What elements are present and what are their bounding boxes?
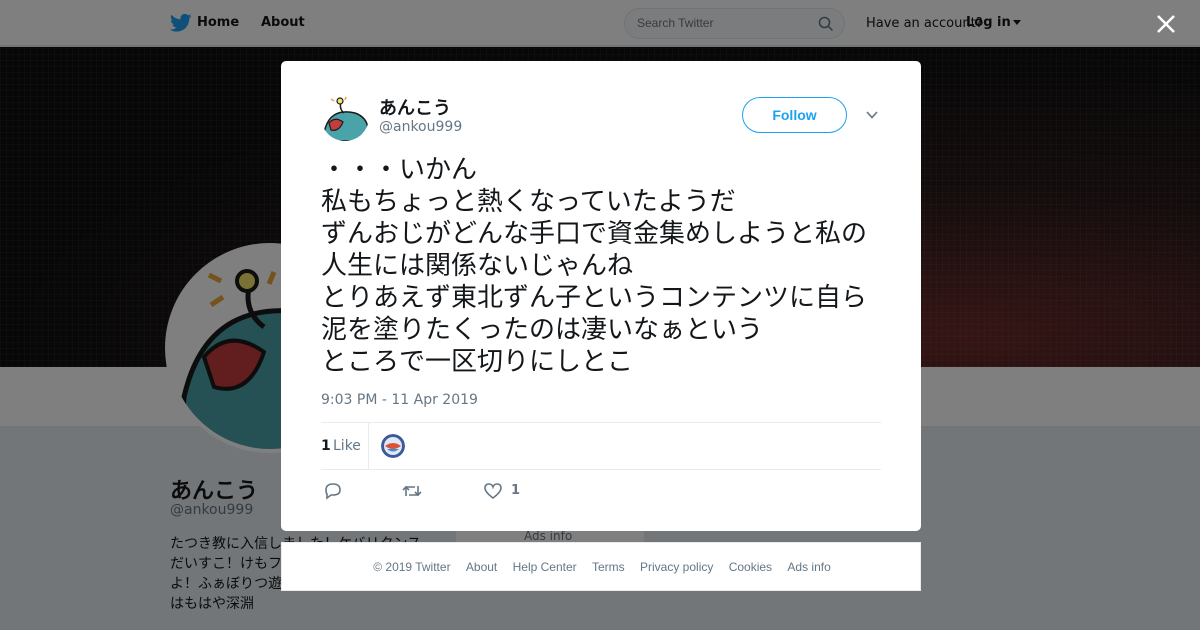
footer-link-cookies[interactable]: Cookies [729,560,772,574]
footer-copyright: © 2019 Twitter [373,560,451,574]
footer-link-ads-info[interactable]: Ads info [787,560,830,574]
stats-divider [368,423,369,470]
modal-footer: © 2019 Twitter About Help Center Terms P… [281,542,921,591]
follow-button[interactable]: Follow [742,97,847,133]
tweet-text: ・・・いかん 私もちょっと熱くなっていたようだ ずんおじがどんな手口で資金集めし… [321,155,868,377]
action-like-count[interactable]: 1 [511,483,520,498]
liker-avatar-icon [381,434,405,458]
tweet-timestamp[interactable]: 9:03 PM - 11 Apr 2019 [321,392,478,408]
like-count[interactable]: 1 [321,438,331,454]
tweet-stats: 1 Like [321,422,881,470]
footer-link-help-center[interactable]: Help Center [513,560,577,574]
retweet-icon[interactable] [402,482,422,500]
footer-link-about[interactable]: About [466,560,497,574]
heart-icon[interactable] [483,482,503,500]
anglerfish-avatar-icon [321,93,369,141]
footer-links: © 2019 Twitter About Help Center Terms P… [282,560,922,574]
close-icon[interactable] [1155,13,1177,35]
like-label[interactable]: Like [333,438,361,454]
tweet-author-avatar[interactable] [321,93,369,141]
chevron-down-icon[interactable] [865,108,879,122]
reply-icon[interactable] [323,482,343,500]
tweet-author-name[interactable]: あんこう [379,94,451,120]
footer-link-privacy[interactable]: Privacy policy [640,560,713,574]
liker-avatar[interactable] [381,434,405,458]
footer-link-terms[interactable]: Terms [592,560,625,574]
tweet-author-handle[interactable]: @ankou999 [379,119,462,135]
tweet-modal: あんこう @ankou999 Follow ・・・いかん 私もちょっと熱くなって… [281,61,921,531]
